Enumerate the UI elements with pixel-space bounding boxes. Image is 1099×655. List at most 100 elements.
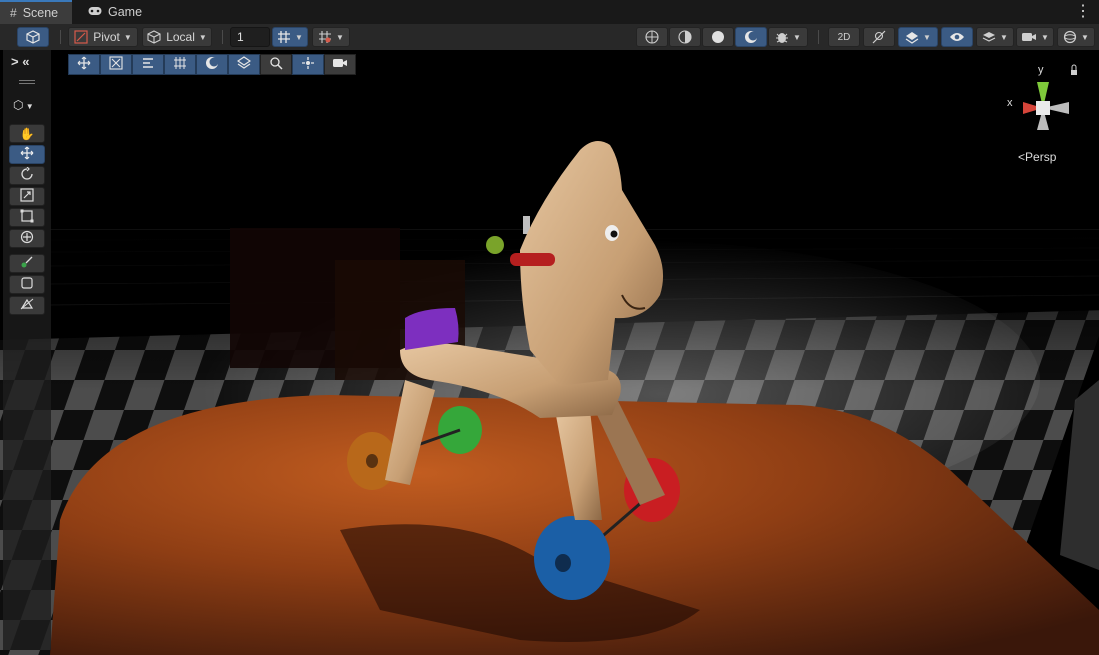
- shaded-wire-icon: [678, 30, 692, 44]
- debug-draw-mode-dropdown[interactable]: ▼: [768, 27, 808, 47]
- layers-dropdown[interactable]: ▼: [976, 27, 1014, 47]
- scale-tool-button[interactable]: [9, 187, 45, 206]
- custom-tool-button[interactable]: [9, 254, 45, 273]
- tab-game-label: Game: [108, 5, 143, 19]
- rotate-sphere-icon: [205, 56, 219, 73]
- grid-icon: #: [10, 6, 17, 20]
- more-options-icon[interactable]: ⋮: [1075, 3, 1091, 21]
- toolbar-divider: [222, 30, 223, 44]
- light-off-icon: [872, 30, 886, 44]
- rotate-sphere-button[interactable]: [196, 54, 228, 75]
- pivot-button[interactable]: [292, 54, 324, 75]
- local-dropdown[interactable]: Local ▼: [142, 27, 212, 47]
- grid-size-field[interactable]: 1: [230, 27, 270, 47]
- 2d-toggle-button[interactable]: 2D: [828, 27, 860, 47]
- dropdown-arrow-icon: ▼: [198, 32, 207, 42]
- custom-tool-icon: [20, 255, 34, 272]
- scene-toolbar: Pivot ▼ Local ▼ 1 ▼ ▼ ▼ 2D ▼ ▼ ▼ ▼: [0, 24, 1099, 51]
- move-tool-icon: [20, 146, 34, 163]
- scene-viewport[interactable]: > « ⬡ ▼ ✋ y x <Persp: [0, 50, 1099, 655]
- camera-settings-dropdown[interactable]: ▼: [1016, 27, 1054, 47]
- eye-icon: [949, 31, 965, 43]
- drag-handle-icon[interactable]: [19, 80, 35, 84]
- pivot-icon: [74, 30, 88, 44]
- tools-overlay-panel: > « ⬡ ▼ ✋: [3, 50, 51, 650]
- increment-snap-dropdown[interactable]: ▼: [312, 27, 350, 47]
- grid-snap-icon: [277, 30, 291, 44]
- move-button[interactable]: [68, 54, 100, 75]
- navmesh-icon: [236, 56, 252, 73]
- scene-render: [0, 50, 1099, 655]
- dropdown-arrow-icon: ▼: [1041, 32, 1049, 42]
- lit-shading-button[interactable]: [735, 27, 767, 47]
- hand-tool-button[interactable]: ✋: [9, 124, 45, 143]
- dropdown-arrow-icon: ▼: [1081, 32, 1089, 42]
- transform-tool-icon: [20, 230, 34, 247]
- dropdown-arrow-icon: ▼: [1000, 32, 1008, 42]
- gizmos-dropdown[interactable]: ▼: [1057, 27, 1095, 47]
- rotate-tool-button[interactable]: [9, 166, 45, 185]
- lit-sphere-icon: [744, 30, 758, 44]
- scale-nodes-button[interactable]: [100, 54, 132, 75]
- scale-nodes-icon: [109, 56, 123, 73]
- shape-tool-button[interactable]: [9, 275, 45, 294]
- gizmo-y-label: y: [1038, 64, 1044, 76]
- search-button[interactable]: [260, 54, 292, 75]
- shaded-wireframe-button[interactable]: [669, 27, 701, 47]
- scene-visibility-button[interactable]: [941, 27, 973, 47]
- wireframe-button[interactable]: [636, 27, 668, 47]
- probe-tool-button[interactable]: [9, 296, 45, 315]
- grid-snap-button[interactable]: [164, 54, 196, 75]
- probe-tool-icon: [20, 297, 34, 314]
- projection-toggle[interactable]: <Persp: [1018, 150, 1056, 164]
- toolbar-divider: [60, 30, 61, 44]
- overlay-collapse-toggle[interactable]: > «: [11, 54, 29, 69]
- scale-tool-icon: [20, 188, 34, 205]
- align-button[interactable]: [132, 54, 164, 75]
- local-label: Local: [166, 30, 195, 44]
- transform-tool-button[interactable]: [9, 229, 45, 248]
- navmesh-button[interactable]: [228, 54, 260, 75]
- increment-snap-icon: [318, 30, 332, 44]
- layers-effects-icon: [905, 30, 919, 44]
- tab-scene-label: Scene: [22, 6, 59, 20]
- effects-dropdown[interactable]: ▼: [898, 27, 938, 47]
- camera-icon: [332, 56, 348, 73]
- bug-icon: [775, 30, 789, 44]
- lighting-toggle-button[interactable]: [863, 27, 895, 47]
- 2d-3d-toggle-button[interactable]: [17, 27, 49, 47]
- shaded-button[interactable]: [702, 27, 734, 47]
- scene-tools-overlay: [68, 54, 356, 75]
- hand-tool-icon: ✋: [19, 126, 35, 141]
- dropdown-arrow-icon: ▼: [295, 32, 303, 42]
- toolbar-divider: [818, 30, 819, 44]
- rect-tool-button[interactable]: [9, 208, 45, 227]
- rect-tool-icon: [20, 209, 34, 226]
- pivot-dropdown[interactable]: Pivot ▼: [68, 27, 138, 47]
- gizmo-x-label: x: [1007, 97, 1013, 109]
- projection-label: Persp: [1025, 150, 1057, 164]
- stack-icon: [982, 30, 996, 44]
- align-icon: [141, 56, 155, 73]
- wireframe-sphere-icon: [645, 30, 659, 44]
- perspective-icon: <: [1018, 150, 1026, 164]
- video-camera-icon: [1021, 31, 1037, 43]
- tab-scene[interactable]: # Scene: [0, 0, 72, 24]
- grid-snap-toggle[interactable]: ▼: [272, 27, 308, 47]
- cube-outline-icon: ⬡: [13, 98, 24, 112]
- dropdown-arrow-icon: ▼: [336, 32, 344, 42]
- move-tool-button[interactable]: [9, 145, 45, 164]
- gamepad-icon: [88, 5, 102, 19]
- tab-game[interactable]: Game: [78, 0, 148, 24]
- pivot-icon: [301, 56, 315, 73]
- view-options-dropdown[interactable]: ⬡ ▼: [13, 98, 34, 112]
- rotate-tool-icon: [20, 166, 34, 184]
- camera-button[interactable]: [324, 54, 356, 75]
- orientation-gizmo[interactable]: y x: [1003, 59, 1083, 154]
- cube-icon: [26, 30, 40, 44]
- shape-tool-icon: [20, 276, 34, 293]
- 2d-icon: 2D: [837, 31, 851, 43]
- shaded-sphere-icon: [711, 30, 725, 44]
- dropdown-arrow-icon: ▼: [793, 32, 801, 42]
- move-icon: [77, 56, 91, 73]
